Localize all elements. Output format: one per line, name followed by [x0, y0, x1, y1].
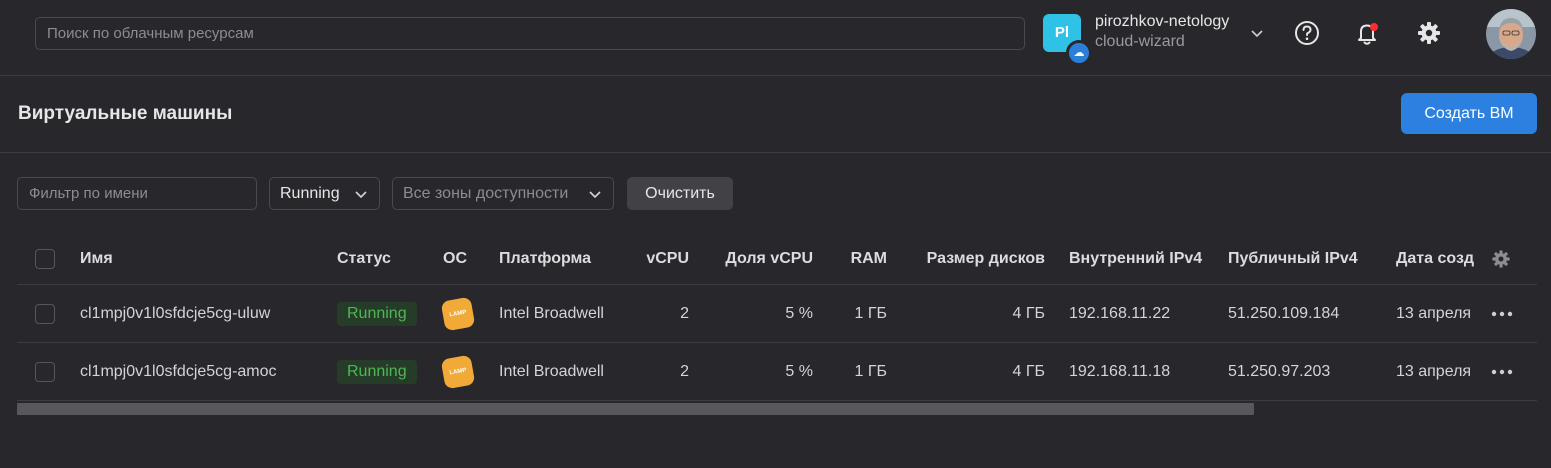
table-row[interactable]: cl1mpj0v1l0sfdcje5cg-amoc Running LAMP I…: [17, 343, 1537, 401]
internal-ip-cell: 192.168.11.18: [1069, 362, 1171, 380]
lamp-os-icon: LAMP: [440, 296, 476, 331]
create-vm-button[interactable]: Создать ВМ: [1401, 93, 1537, 134]
os-badge-label: LAMP: [449, 367, 467, 376]
more-icon[interactable]: [1491, 343, 1515, 400]
vm-name[interactable]: cl1mpj0v1l0sfdcje5cg-uluw: [80, 285, 270, 342]
name-filter-input[interactable]: [17, 177, 257, 210]
platform-cell: Intel Broadwell: [499, 304, 604, 322]
gear-icon[interactable]: [1415, 19, 1443, 47]
column-header-status[interactable]: Статус: [337, 233, 391, 284]
column-header-os[interactable]: ОС: [443, 233, 467, 284]
column-header-ram[interactable]: RAM: [837, 233, 887, 284]
os-cell: LAMP: [440, 343, 476, 400]
column-header-created-date[interactable]: Дата созд: [1396, 233, 1474, 284]
ram-cell: 1 ГБ: [854, 362, 887, 380]
page-header: Виртуальные машины Создать ВМ: [0, 76, 1551, 153]
lamp-os-icon: LAMP: [440, 354, 476, 389]
column-header-vcpu[interactable]: vCPU: [627, 233, 689, 284]
column-header-platform[interactable]: Платформа: [499, 233, 591, 284]
column-header-name[interactable]: Имя: [80, 233, 113, 284]
help-icon[interactable]: [1293, 19, 1321, 47]
select-all-checkbox[interactable]: [35, 249, 55, 269]
vm-name[interactable]: cl1mpj0v1l0sfdcje5cg-amoc: [80, 343, 277, 400]
horizontal-scrollbar[interactable]: [17, 403, 1254, 415]
status-cell: Running: [337, 343, 417, 400]
column-header-disk-size[interactable]: Размер дисков: [917, 233, 1045, 284]
user-avatar[interactable]: [1486, 9, 1536, 59]
public-ip-cell: 51.250.97.203: [1228, 362, 1331, 380]
search-input[interactable]: [35, 17, 1025, 50]
table-settings-icon[interactable]: [1490, 233, 1514, 284]
vcpu-cell: 2: [680, 362, 689, 380]
status-filter-select[interactable]: Running: [269, 177, 380, 210]
page-title: Виртуальные машины: [18, 103, 233, 124]
vcpu-cell: 2: [680, 304, 689, 322]
column-header-vcpu-share[interactable]: Доля vCPU: [717, 233, 813, 284]
row-checkbox[interactable]: [35, 362, 55, 382]
more-icon[interactable]: [1491, 285, 1515, 342]
chevron-down-icon: [355, 191, 367, 199]
os-badge-label: LAMP: [449, 309, 467, 318]
status-cell: Running: [337, 285, 417, 342]
status-badge: Running: [337, 301, 417, 326]
row-checkbox[interactable]: [35, 304, 55, 324]
folder-name[interactable]: cloud-wizard: [1095, 33, 1185, 51]
disk-size-cell: 4 ГБ: [1012, 304, 1045, 322]
status-filter-value: Running: [280, 185, 340, 202]
chevron-down-icon: [589, 191, 601, 199]
status-badge: Running: [337, 359, 417, 384]
public-ip-cell: 51.250.109.184: [1228, 304, 1340, 322]
zone-filter-select[interactable]: Все зоны доступности: [392, 177, 614, 210]
chevron-down-icon[interactable]: [1248, 24, 1266, 42]
vm-table: Имя Статус ОС Платформа vCPU Доля vCPU R…: [17, 233, 1537, 401]
ram-cell: 1 ГБ: [854, 304, 887, 322]
platform-cell: Intel Broadwell: [499, 362, 604, 380]
internal-ip-cell: 192.168.11.22: [1069, 304, 1171, 322]
account-name[interactable]: pirozhkov-netology: [1095, 13, 1229, 31]
table-header-row: Имя Статус ОС Платформа vCPU Доля vCPU R…: [17, 233, 1537, 285]
zone-filter-placeholder: Все зоны доступности: [403, 185, 569, 202]
table-row[interactable]: cl1mpj0v1l0sfdcje5cg-uluw Running LAMP I…: [17, 285, 1537, 343]
top-bar: Pl ☁ pirozhkov-netology cloud-wizard: [0, 0, 1551, 76]
disk-size-cell: 4 ГБ: [1012, 362, 1045, 380]
column-header-public-ip[interactable]: Публичный IPv4: [1228, 233, 1358, 284]
os-cell: LAMP: [440, 285, 476, 342]
created-date-cell: 13 апреля: [1396, 304, 1472, 322]
notification-dot: [1370, 23, 1378, 31]
clear-filters-button[interactable]: Очистить: [627, 177, 733, 210]
cloud-icon: ☁: [1066, 40, 1092, 66]
vcpu-share-cell: 5 %: [785, 362, 813, 380]
created-date-cell: 13 апреля: [1396, 362, 1472, 380]
vcpu-share-cell: 5 %: [785, 304, 813, 322]
column-header-internal-ip[interactable]: Внутренний IPv4: [1069, 233, 1202, 284]
